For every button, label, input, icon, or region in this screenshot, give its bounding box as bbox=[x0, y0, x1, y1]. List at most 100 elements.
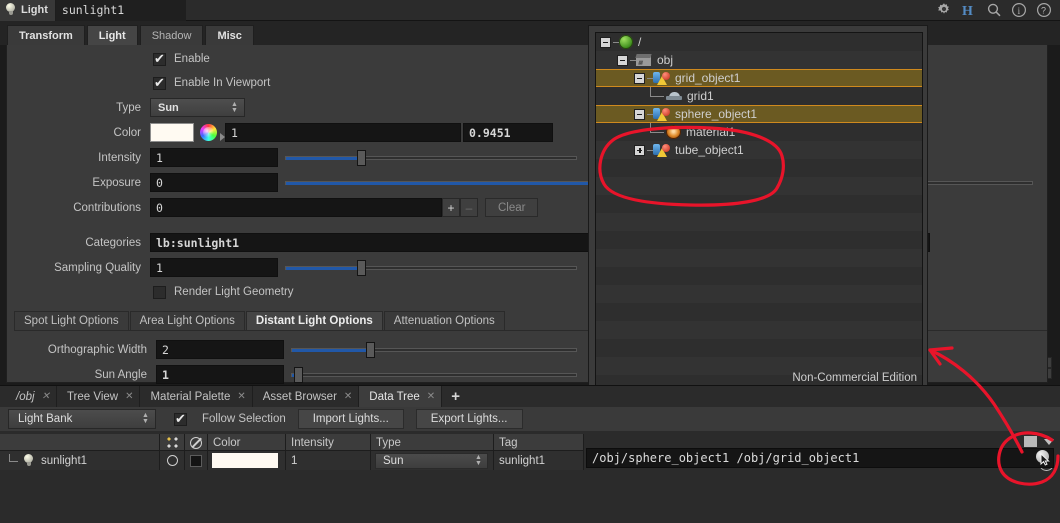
ring-icon bbox=[167, 455, 178, 466]
cell-type-value: Sun bbox=[383, 455, 467, 467]
chevron-updown-icon: ▲▼ bbox=[140, 413, 151, 425]
type-dropdown[interactable]: Sun ▲▼ bbox=[375, 453, 488, 469]
sampling-quality-label: Sampling Quality bbox=[7, 262, 150, 274]
gear-icon[interactable] bbox=[936, 2, 952, 18]
tab-data-tree-label: Data Tree bbox=[369, 391, 420, 403]
tree-row-obj[interactable]: ▦ obj bbox=[596, 51, 922, 69]
header-name bbox=[0, 434, 160, 451]
help-icon[interactable]: ? bbox=[1036, 2, 1052, 18]
color-swatch[interactable] bbox=[212, 453, 278, 468]
follow-selection-row: Follow Selection bbox=[174, 413, 286, 426]
tree-label-sphere-object1: sphere_object1 bbox=[675, 107, 757, 121]
cell-disable-toggle[interactable] bbox=[185, 451, 208, 470]
chevron-down-icon[interactable] bbox=[1044, 439, 1054, 445]
tab-distant-light-options[interactable]: Distant Light Options bbox=[246, 311, 383, 330]
tab-asset-browser-label: Asset Browser bbox=[263, 391, 337, 403]
expander-plus-icon[interactable] bbox=[634, 145, 645, 156]
render-light-geometry-label: Render Light Geometry bbox=[174, 286, 294, 298]
tree-row-root[interactable]: / bbox=[596, 33, 922, 51]
table-row[interactable]: sunlight1 1 Sun ▲▼ sunlight1 bbox=[0, 451, 584, 470]
cell-name[interactable]: sunlight1 bbox=[0, 451, 160, 470]
orthographic-width-slider[interactable] bbox=[291, 340, 577, 359]
tab-light[interactable]: Light bbox=[87, 25, 138, 45]
intensity-slider[interactable] bbox=[285, 148, 577, 167]
sampling-quality-field[interactable]: 1 bbox=[150, 258, 278, 277]
expander-minus-icon[interactable] bbox=[634, 109, 645, 120]
type-dropdown[interactable]: Sun ▲▼ bbox=[150, 98, 245, 117]
tab-attenuation-options[interactable]: Attenuation Options bbox=[384, 311, 505, 330]
contributions-add-button[interactable]: + bbox=[442, 198, 460, 217]
header-color: Color bbox=[208, 434, 286, 451]
info-icon[interactable]: i bbox=[1011, 2, 1027, 18]
import-lights-button[interactable]: Import Lights... bbox=[298, 409, 404, 429]
status-path-bar[interactable]: /obj/sphere_object1 /obj/grid_object1 bbox=[586, 448, 1054, 468]
node-type-button[interactable]: Light bbox=[0, 0, 56, 21]
sampling-quality-slider[interactable] bbox=[285, 258, 577, 277]
tab-misc[interactable]: Misc bbox=[205, 25, 253, 45]
color-value-1[interactable]: 1 bbox=[225, 123, 461, 142]
expander-minus-icon[interactable] bbox=[634, 73, 645, 84]
tab-shadow[interactable]: Shadow bbox=[140, 25, 204, 45]
cell-solo-toggle[interactable] bbox=[160, 451, 185, 470]
tab-area-light-options[interactable]: Area Light Options bbox=[130, 311, 245, 330]
tab-obj[interactable]: /obj ✕ bbox=[6, 386, 57, 407]
tab-spot-light-options[interactable]: Spot Light Options bbox=[14, 311, 129, 330]
expander-minus-icon[interactable] bbox=[600, 37, 611, 48]
tab-data-tree[interactable]: Data Tree ✕ bbox=[359, 386, 442, 407]
close-icon[interactable]: ✕ bbox=[427, 391, 435, 402]
header-disable[interactable] bbox=[185, 434, 208, 451]
display-options-group bbox=[1024, 436, 1054, 447]
tree-label-material1: material1 bbox=[686, 125, 735, 139]
search-icon[interactable] bbox=[986, 2, 1002, 18]
orthographic-width-field[interactable]: 2 bbox=[156, 340, 284, 359]
expander-minus-icon[interactable] bbox=[617, 55, 628, 66]
tab-material-palette-label: Material Palette bbox=[150, 391, 230, 403]
enable-in-viewport-checkbox[interactable] bbox=[153, 77, 166, 90]
header-dots[interactable] bbox=[160, 434, 185, 451]
render-light-geometry-checkbox[interactable] bbox=[153, 286, 166, 299]
tree-row-grid-object1[interactable]: grid_object1 bbox=[596, 69, 922, 87]
intensity-label: Intensity bbox=[7, 152, 150, 164]
svg-text:?: ? bbox=[1041, 6, 1046, 16]
tree-label-root: / bbox=[638, 35, 641, 49]
exposure-field[interactable]: 0 bbox=[150, 173, 278, 192]
node-name-field[interactable]: sunlight1 bbox=[56, 0, 186, 21]
follow-selection-checkbox[interactable] bbox=[174, 413, 187, 426]
display-mode-icon[interactable] bbox=[1024, 436, 1037, 447]
cell-intensity[interactable]: 1 bbox=[286, 451, 371, 470]
cell-tag[interactable]: sunlight1 bbox=[494, 451, 584, 470]
tree-row-sphere-object1[interactable]: sphere_object1 bbox=[596, 105, 922, 123]
color-wheel-icon[interactable] bbox=[200, 124, 217, 141]
orthographic-width-label: Orthographic Width bbox=[7, 344, 156, 356]
tree-row-grid1[interactable]: grid1 bbox=[596, 87, 922, 105]
geometry-object-icon bbox=[653, 143, 670, 157]
sun-angle-slider[interactable] bbox=[291, 365, 577, 384]
color-value-2[interactable]: 0.9451 bbox=[463, 123, 553, 142]
add-tab-button[interactable]: + bbox=[442, 388, 469, 405]
tab-asset-browser[interactable]: Asset Browser ✕ bbox=[253, 386, 360, 407]
intensity-field[interactable]: 1 bbox=[150, 148, 278, 167]
sun-angle-field[interactable]: 1 bbox=[156, 365, 284, 384]
node-tree[interactable]: / ▦ obj grid_object1 grid1 bbox=[595, 32, 923, 390]
tab-tree-view[interactable]: Tree View ✕ bbox=[57, 386, 141, 407]
cell-type[interactable]: Sun ▲▼ bbox=[371, 451, 494, 470]
exposure-label: Exposure bbox=[7, 177, 150, 189]
tab-transform[interactable]: Transform bbox=[7, 25, 85, 45]
close-icon[interactable]: ✕ bbox=[344, 391, 352, 402]
bank-selector-dropdown[interactable]: Light Bank ▲▼ bbox=[8, 409, 156, 429]
contributions-field[interactable]: 0 bbox=[150, 198, 442, 217]
cell-color[interactable] bbox=[208, 451, 286, 470]
houdini-h-icon[interactable]: H bbox=[961, 2, 977, 18]
close-icon[interactable]: ✕ bbox=[237, 391, 245, 402]
export-lights-button[interactable]: Export Lights... bbox=[416, 409, 523, 429]
close-icon[interactable]: ✕ bbox=[42, 391, 50, 402]
contributions-clear-button[interactable]: Clear bbox=[485, 198, 538, 217]
color-swatch[interactable] bbox=[150, 123, 194, 142]
close-icon[interactable]: ✕ bbox=[125, 391, 133, 402]
tree-row-material1[interactable]: material1 bbox=[596, 123, 922, 141]
tree-row-tube-object1[interactable]: tube_object1 bbox=[596, 141, 922, 159]
enable-checkbox[interactable] bbox=[153, 53, 166, 66]
contributions-remove-button[interactable]: – bbox=[460, 198, 478, 217]
tab-material-palette[interactable]: Material Palette ✕ bbox=[140, 386, 252, 407]
table-empty-row bbox=[0, 470, 584, 489]
